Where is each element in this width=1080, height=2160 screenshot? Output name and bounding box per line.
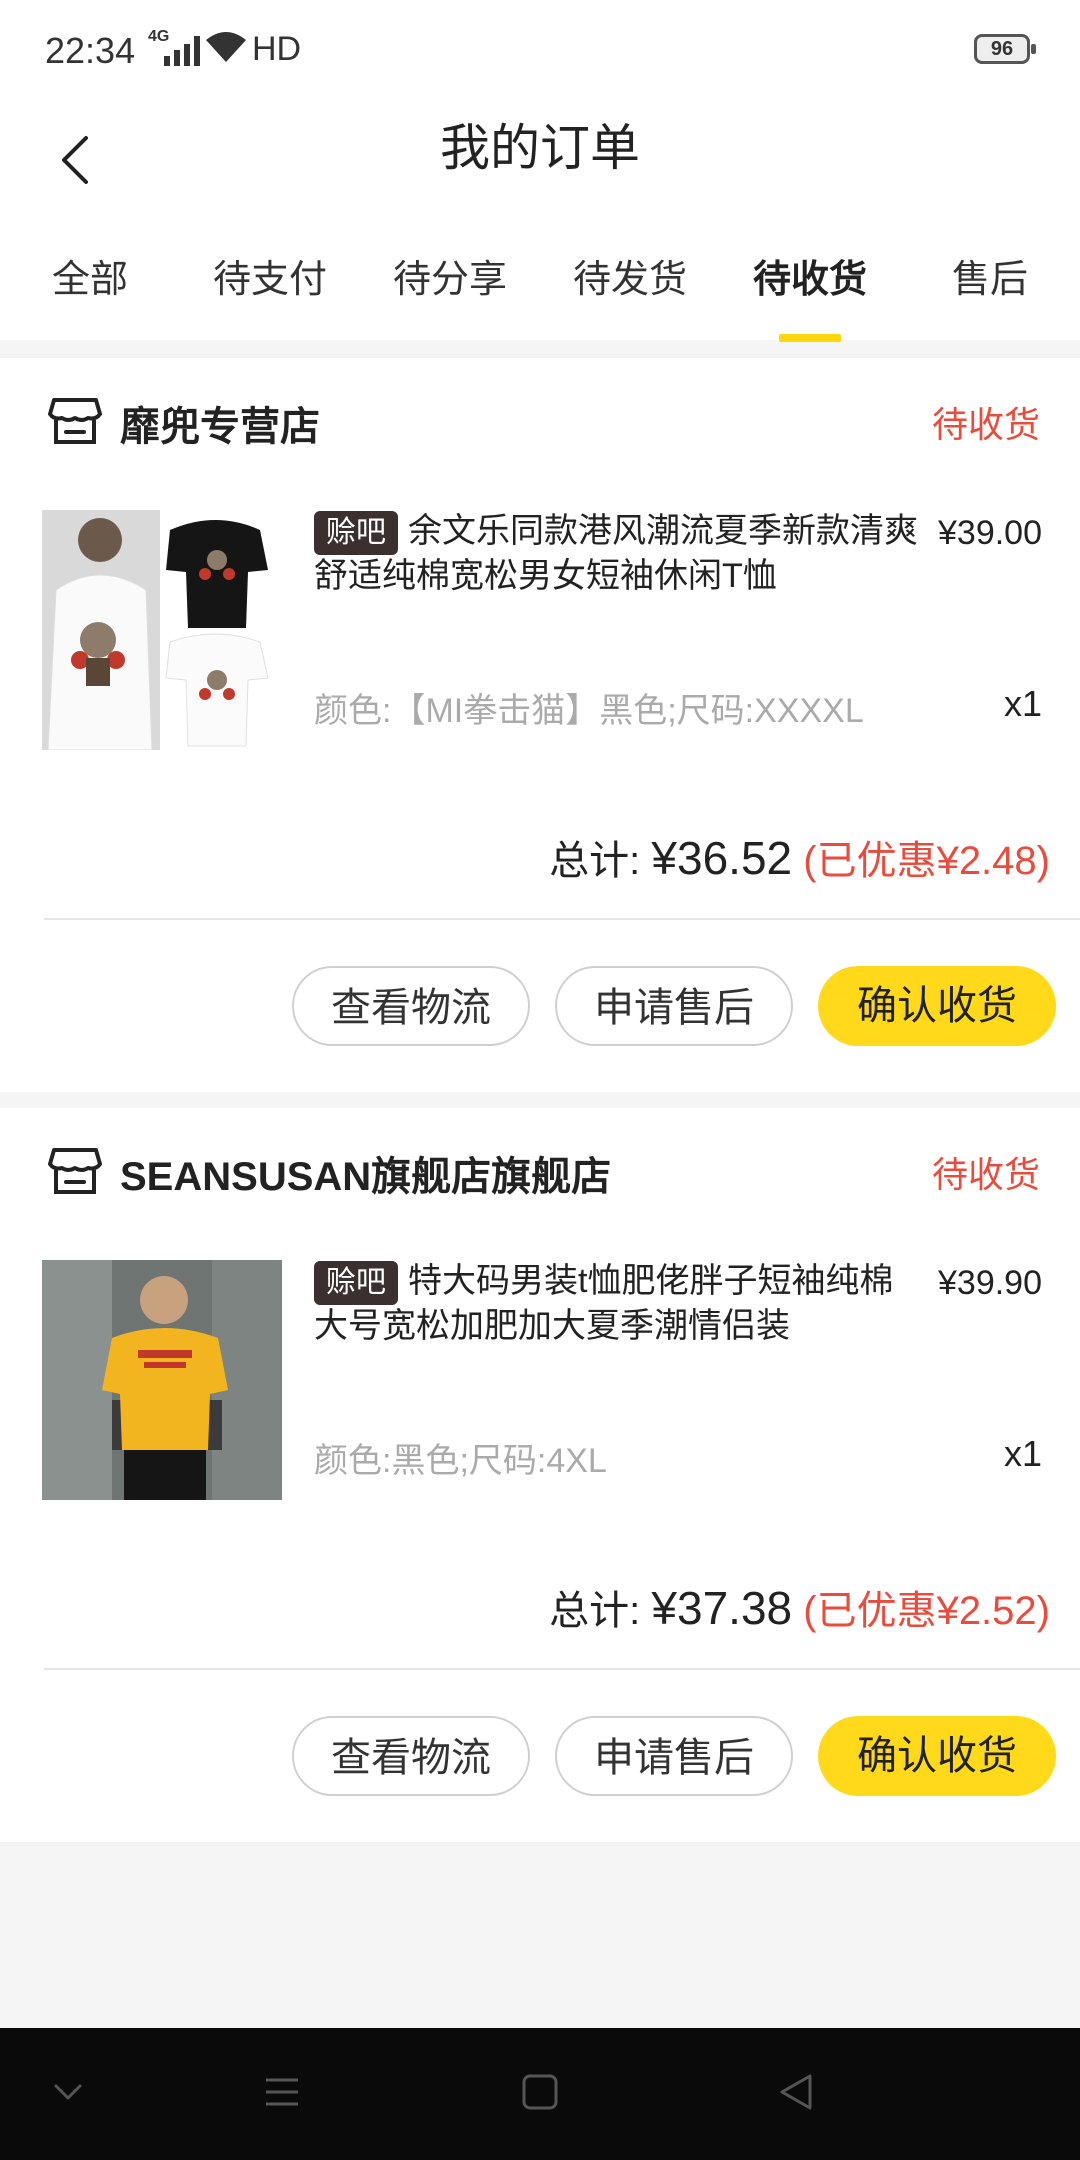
battery-icon: 96 (974, 34, 1036, 64)
order-status: 待收货 (931, 1154, 1040, 1195)
total-label: 总计: (549, 839, 641, 883)
tab-pending-share[interactable]: 待分享 (390, 250, 510, 310)
active-tab-indicator (779, 334, 841, 342)
product-title[interactable]: 赊吧 余文乐同款港风潮流夏季新款清爽舒适纯棉宽松男女短袖休闲T恤 (314, 510, 924, 597)
promo-badge: 赊吧 (314, 1261, 398, 1306)
divider (44, 918, 1080, 920)
total-label: 总计: (549, 1589, 641, 1633)
product-image[interactable] (42, 1260, 282, 1500)
nav-menu-icon[interactable] (262, 2072, 302, 2112)
product-image[interactable] (42, 510, 282, 750)
view-logistics-button[interactable]: 查看物流 (292, 1716, 530, 1796)
view-logistics-button[interactable]: 查看物流 (292, 966, 530, 1046)
order-tabs: 全部 待支付 待分享 待发货 待收货 售后 (0, 230, 1080, 342)
product-price: ¥39.00 (938, 514, 1042, 552)
status-bar: 22:34 4G HD 96 (0, 0, 1080, 110)
hd-indicator: HD (252, 30, 302, 68)
order-card: SEANSUSAN旗舰店旗舰店 待收货 赊吧 特大码男装t恤肥佬胖子短袖纯棉大号宽… (0, 1108, 1080, 1842)
after-sale-button[interactable]: 申请售后 (555, 1716, 793, 1796)
product-title-text: 余文乐同款港风潮流夏季新款清爽舒适纯棉宽松男女短袖休闲T恤 (314, 512, 918, 596)
shop-name: 靡兜专营店 (120, 405, 320, 449)
status-time: 22:34 (45, 30, 136, 71)
discount-text: (已优惠¥2.48) (803, 839, 1050, 883)
order-status: 待收货 (931, 404, 1040, 445)
confirm-receipt-button[interactable]: 确认收货 (818, 966, 1056, 1046)
confirm-receipt-button[interactable]: 确认收货 (818, 1716, 1056, 1796)
shop-header[interactable]: 靡兜专营店 待收货 (0, 358, 1080, 478)
product-quantity: x1 (1003, 1433, 1042, 1474)
order-total: 总计: ¥36.52 (已优惠¥2.48) (549, 828, 1050, 888)
tab-pending-payment[interactable]: 待支付 (210, 250, 330, 310)
shop-name: SEANSUSAN旗舰店旗舰店 (120, 1155, 612, 1199)
nav-down-icon[interactable] (52, 2080, 84, 2104)
order-total: 总计: ¥37.38 (已优惠¥2.52) (549, 1578, 1050, 1638)
tab-pending-receipt[interactable]: 待收货 (750, 250, 870, 310)
nav-home-icon[interactable] (520, 2072, 560, 2112)
product-spec: 颜色:【MI拳击猫】黑色;尺码:XXXXL (314, 692, 864, 730)
shop-header[interactable]: SEANSUSAN旗舰店旗舰店 待收货 (0, 1108, 1080, 1228)
tab-all[interactable]: 全部 (50, 250, 130, 310)
app-header: 我的订单 (0, 110, 1080, 230)
product-title[interactable]: 赊吧 特大码男装t恤肥佬胖子短袖纯棉大号宽松加肥加大夏季潮情侣装 (314, 1260, 924, 1347)
discount-text: (已优惠¥2.52) (803, 1589, 1050, 1633)
product-quantity: x1 (1003, 683, 1042, 724)
divider (44, 1668, 1080, 1670)
order-card: 靡兜专营店 待收货 赊吧 余文乐同款港风潮流夏季新款清爽舒适纯棉宽松男女短袖休闲T… (0, 358, 1080, 1092)
signal-icon (164, 34, 200, 66)
tab-after-sale[interactable]: 售后 (950, 250, 1030, 310)
page-title: 我的订单 (440, 120, 640, 176)
nav-back-icon[interactable] (776, 2072, 816, 2112)
store-icon (48, 1148, 102, 1194)
wifi-icon (206, 32, 246, 62)
promo-badge: 赊吧 (314, 511, 398, 556)
system-nav-bar (0, 2028, 1080, 2160)
product-title-text: 特大码男装t恤肥佬胖子短袖纯棉大号宽松加肥加大夏季潮情侣装 (314, 1262, 894, 1346)
product-spec: 颜色:黑色;尺码:4XL (314, 1442, 607, 1480)
tab-pending-shipment[interactable]: 待发货 (570, 250, 690, 310)
total-amount: ¥36.52 (651, 832, 793, 884)
total-amount: ¥37.38 (651, 1582, 793, 1634)
product-price: ¥39.90 (938, 1264, 1042, 1302)
after-sale-button[interactable]: 申请售后 (555, 966, 793, 1046)
store-icon (48, 398, 102, 444)
